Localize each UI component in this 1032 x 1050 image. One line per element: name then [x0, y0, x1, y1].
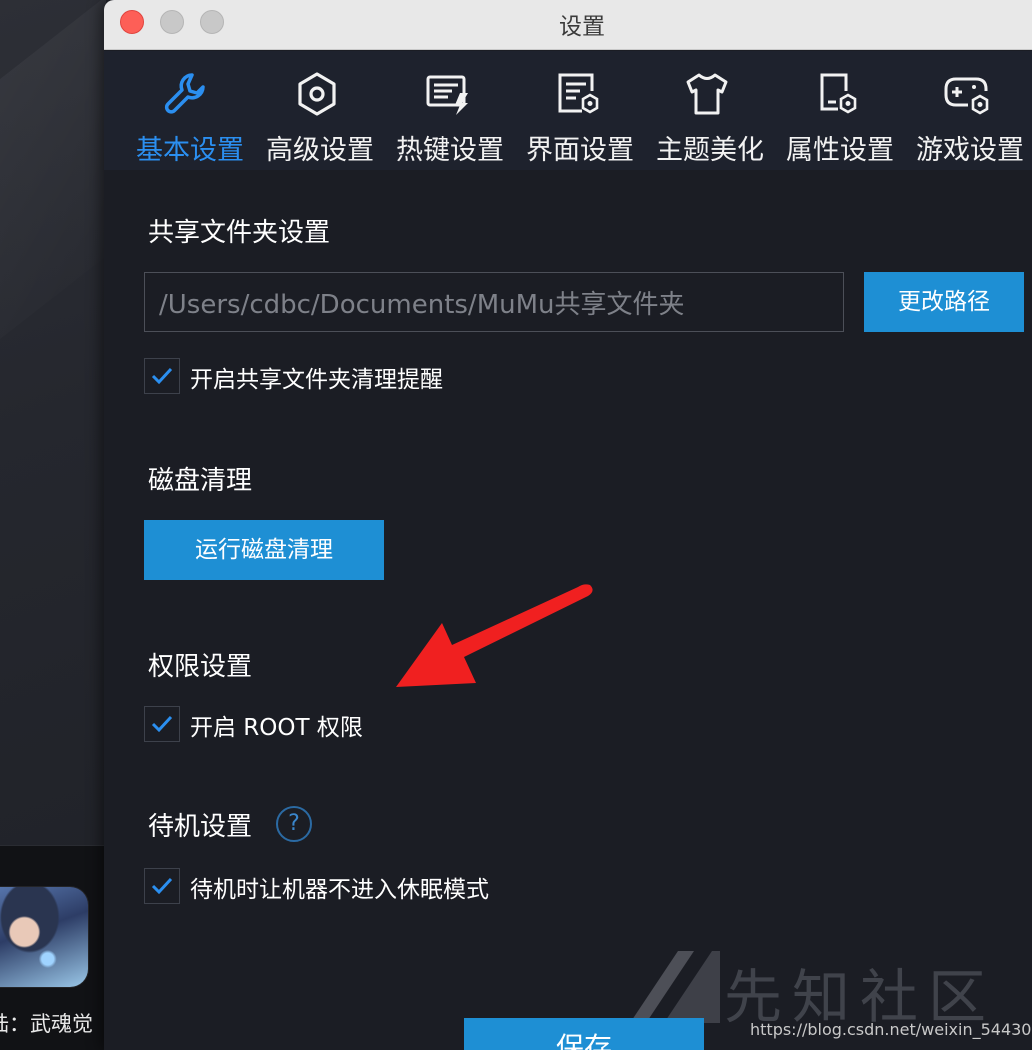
red-annotation-arrow-icon [396, 584, 593, 687]
tab-property-settings[interactable]: 属性设置 [776, 51, 904, 170]
section-title-disk-cleanup: 磁盘清理 [148, 466, 253, 496]
run-disk-cleanup-button[interactable]: 运行磁盘清理 [144, 520, 384, 580]
no-sleep-label: 待机时让机器不进入休眠模式 [190, 877, 489, 903]
root-permission-label: 开启 ROOT 权限 [190, 715, 363, 741]
tab-hotkey-settings[interactable]: 热键设置 [386, 51, 514, 170]
tab-label: 界面设置 [526, 135, 634, 166]
no-sleep-checkbox[interactable] [144, 868, 180, 904]
tab-basic-settings[interactable]: 基本设置 [126, 51, 254, 170]
section-title-shared-folder: 共享文件夹设置 [148, 218, 331, 248]
window-title: 设置 [559, 14, 605, 40]
wrench-icon [164, 73, 205, 114]
shared-folder-path-input[interactable] [144, 272, 844, 332]
game-thumbnail[interactable] [0, 887, 88, 987]
tab-label: 高级设置 [266, 135, 374, 166]
background-decoration [0, 0, 106, 386]
section-title-permissions: 权限设置 [148, 652, 253, 682]
help-icon[interactable]: ? [276, 806, 312, 842]
settings-window: 设置 基本设置 高级设置 热键设置 界面设置 主题美化 属性设置 游戏设置 共享… [104, 0, 1032, 1050]
gamepad-icon [944, 77, 989, 115]
settings-tab-bar: 基本设置 高级设置 热键设置 界面设置 主题美化 属性设置 游戏设置 [104, 51, 1032, 170]
tshirt-icon [686, 73, 728, 115]
tab-label: 属性设置 [786, 135, 894, 166]
tab-label: 游戏设置 [916, 135, 1024, 166]
save-button[interactable]: 保存 [464, 1018, 704, 1050]
keyboard-icon [426, 75, 468, 115]
change-path-button[interactable]: 更改路径 [864, 272, 1024, 332]
background-app: 陆：武魂觉 [0, 0, 106, 1050]
tab-theme-settings[interactable]: 主题美化 [646, 51, 774, 170]
game-label[interactable]: 陆：武魂觉 [0, 1008, 106, 1038]
tab-label: 基本设置 [136, 135, 244, 166]
checkmark-icon [151, 877, 173, 895]
tab-advanced-settings[interactable]: 高级设置 [256, 51, 384, 170]
checkmark-icon [151, 715, 173, 733]
tab-label: 主题美化 [656, 135, 764, 166]
tab-interface-settings[interactable]: 界面设置 [516, 51, 644, 170]
watermark-url: https://blog.csdn.net/weixin_54430466 [750, 1020, 1032, 1039]
hexagon-icon [298, 72, 336, 116]
checkmark-icon [151, 367, 173, 385]
tab-game-settings[interactable]: 游戏设置 [906, 51, 1032, 170]
section-title-standby: 待机设置 [148, 812, 253, 842]
root-permission-checkbox[interactable] [144, 706, 180, 742]
cleanup-reminder-label: 开启共享文件夹清理提醒 [190, 367, 443, 393]
title-bar[interactable]: 设置 [104, 0, 1032, 50]
device-gear-icon [820, 73, 857, 114]
tab-label: 热键设置 [396, 135, 504, 166]
cleanup-reminder-checkbox[interactable] [144, 358, 180, 394]
interface-gear-icon [558, 73, 599, 114]
